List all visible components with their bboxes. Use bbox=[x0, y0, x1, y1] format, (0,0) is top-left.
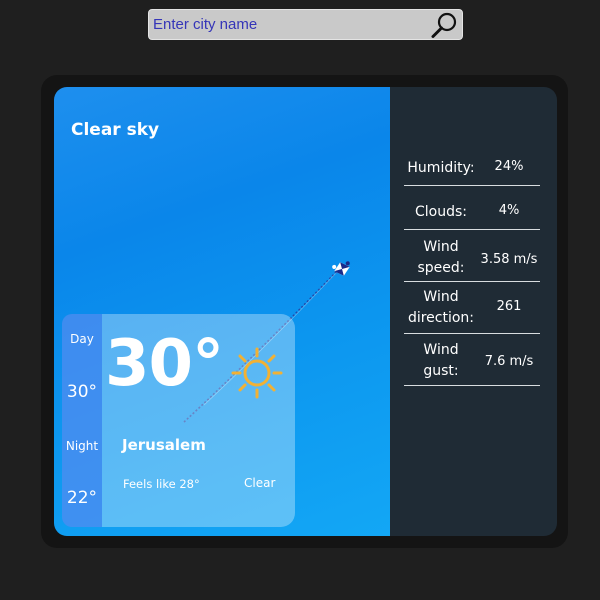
current-temperature: 30° bbox=[105, 327, 224, 401]
search-button[interactable] bbox=[429, 11, 459, 39]
night-label: Night bbox=[65, 439, 99, 453]
weather-details-panel: Humidity: 24% Clouds: 4% Wind speed: 3.5… bbox=[390, 87, 557, 536]
sun-icon bbox=[231, 347, 283, 399]
detail-label: Clouds: bbox=[414, 204, 467, 220]
detail-value: 4% bbox=[498, 203, 520, 218]
detail-row-wind-direction: Wind direction: 261 bbox=[404, 282, 540, 334]
condition-title: Clear sky bbox=[71, 120, 160, 140]
sky-background: Clear sky Day 30° Night 22° 30° Jerusale… bbox=[54, 87, 390, 536]
detail-row-wind-gust: Wind gust: 7.6 m/s bbox=[404, 334, 540, 386]
current-weather-panel: 30° Jerusalem Feels like 28° Clear bbox=[102, 314, 295, 527]
detail-value: 24% bbox=[494, 159, 524, 174]
detail-row-humidity: Humidity: 24% bbox=[404, 151, 540, 186]
detail-value: 261 bbox=[496, 299, 522, 314]
detail-label: Wind gust: bbox=[423, 342, 459, 379]
weather-card: Clear sky Day 30° Night 22° 30° Jerusale… bbox=[54, 87, 557, 536]
detail-row-wind-speed: Wind speed: 3.58 m/s bbox=[404, 230, 540, 282]
condition-short: Clear bbox=[244, 476, 276, 490]
day-label: Day bbox=[70, 332, 94, 346]
detail-label: Wind direction: bbox=[407, 289, 475, 326]
detail-value: 3.58 m/s bbox=[480, 252, 538, 267]
detail-row-clouds: Clouds: 4% bbox=[404, 186, 540, 230]
night-temp: 22° bbox=[66, 488, 98, 508]
search-bar bbox=[148, 9, 463, 40]
feels-like: Feels like 28° bbox=[123, 477, 200, 491]
detail-label: Wind speed: bbox=[417, 239, 465, 276]
search-icon bbox=[431, 12, 457, 38]
day-night-strip: Day 30° Night 22° bbox=[62, 314, 102, 527]
detail-label: Humidity: bbox=[407, 160, 475, 176]
city-search-input[interactable] bbox=[153, 14, 423, 35]
detail-value: 7.6 m/s bbox=[484, 354, 534, 369]
city-name: Jerusalem bbox=[122, 436, 206, 454]
day-temp: 30° bbox=[66, 382, 98, 402]
